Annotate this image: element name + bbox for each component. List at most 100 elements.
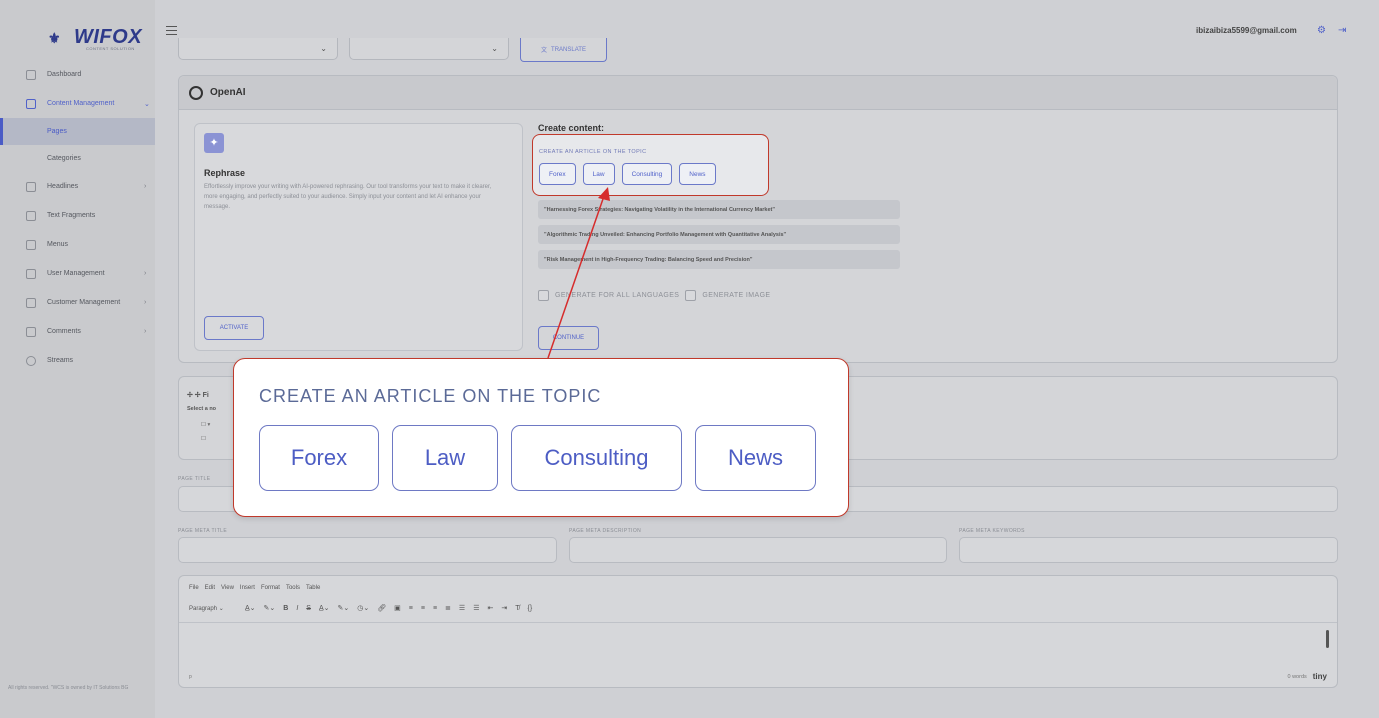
activate-button[interactable]: ACTIVATE xyxy=(204,316,264,340)
language-select-to[interactable]: ⌄ xyxy=(349,38,509,60)
streams-icon xyxy=(26,355,36,366)
sidebar-item-customer-management[interactable]: Customer Management › xyxy=(0,288,155,317)
sidebar-item-dashboard[interactable]: Dashboard xyxy=(0,60,155,89)
image-icon[interactable]: ▣ xyxy=(394,604,401,612)
sidebar-item-headlines[interactable]: Headlines › xyxy=(0,172,155,201)
editor-toolbar: Paragraph ⌄ A̲⌄ ✎⌄ B I S A̲⌄ ✎⌄ ◷⌄ 🔗︎ ▣ … xyxy=(189,604,533,613)
topic-buttons: Forex Law Consulting News xyxy=(539,163,716,185)
meta-keywords-input[interactable] xyxy=(959,537,1338,563)
logout-icon[interactable]: ⇥ xyxy=(1338,26,1346,36)
brand-tagline: CONTENT SOLUTION xyxy=(86,46,135,51)
sidebar-item-label: Menus xyxy=(47,241,69,248)
highlight-icon[interactable]: ✎⌄ xyxy=(264,604,276,612)
wolf-logo-icon: ⚜ xyxy=(48,29,61,46)
topic-consulting-button[interactable]: Consulting xyxy=(621,163,673,185)
block-format-select[interactable]: Paragraph ⌄ xyxy=(189,605,237,612)
menu-view[interactable]: View xyxy=(221,585,234,591)
rephrase-description: Effortlessly improve your writing with A… xyxy=(204,184,492,210)
expand-icon[interactable]: ✢ ✢ xyxy=(187,392,203,399)
align-right-icon[interactable]: ≡ xyxy=(433,605,437,612)
menu-edit[interactable]: Edit xyxy=(205,585,215,591)
users-icon xyxy=(26,268,36,279)
strikethrough-icon[interactable]: S xyxy=(306,605,311,612)
meta-description-label: PAGE META DESCRIPTION xyxy=(569,528,642,534)
align-left-icon[interactable]: ≡ xyxy=(409,605,413,612)
tiny-logo[interactable]: tiny xyxy=(1313,672,1327,681)
italic-icon[interactable]: I xyxy=(296,605,298,612)
headlines-icon xyxy=(26,181,36,192)
topic-forex-button[interactable]: Forex xyxy=(539,163,576,185)
chevron-right-icon: › xyxy=(144,299,147,306)
sidebar-item-content-management[interactable]: Content Management ⌄ xyxy=(0,89,155,118)
word-count[interactable]: 0 words xyxy=(1288,674,1307,680)
editor-scrollbar[interactable] xyxy=(1326,630,1329,648)
zoom-topic-label: CREATE AN ARTICLE ON THE TOPIC xyxy=(259,386,602,406)
bullet-list-icon[interactable]: ☰ xyxy=(459,604,465,612)
background-color-icon[interactable]: ✎⌄ xyxy=(338,604,350,612)
code-icon[interactable]: {} xyxy=(528,605,533,612)
brand-logo[interactable]: ⚜ WIFOX CONTENT SOLUTION xyxy=(48,26,142,51)
menu-file[interactable]: File xyxy=(189,585,199,591)
openai-panel: OpenAI ✦ Rephrase Effortlessly improve y… xyxy=(178,75,1338,363)
tree-node[interactable]: ☐ xyxy=(201,436,206,442)
all-languages-checkbox[interactable] xyxy=(538,290,549,301)
chevron-down-icon: ⌄ xyxy=(491,44,498,53)
generate-image-checkbox[interactable] xyxy=(685,290,697,301)
zoom-forex-button[interactable]: Forex xyxy=(259,425,379,491)
meta-description-input[interactable] xyxy=(569,537,947,563)
menu-table[interactable]: Table xyxy=(306,585,320,591)
text-color-2-icon[interactable]: A̲⌄ xyxy=(319,604,330,612)
title-suggestion[interactable]: "Algorithmic Trading Unveiled: Enhancing… xyxy=(538,225,900,244)
zoom-law-button[interactable]: Law xyxy=(392,425,498,491)
bold-icon[interactable]: B xyxy=(283,605,288,612)
continue-button[interactable]: CONTINUE xyxy=(538,326,599,350)
topic-law-button[interactable]: Law xyxy=(582,163,615,185)
sidebar-item-label: Streams xyxy=(47,357,74,364)
sidebar-item-pages[interactable]: Pages xyxy=(0,118,155,145)
language-select-from[interactable]: ⌄ xyxy=(178,38,338,60)
zoom-consulting-button[interactable]: Consulting xyxy=(511,425,682,491)
menu-format[interactable]: Format xyxy=(261,585,280,591)
sidebar-item-label: Customer Management xyxy=(47,299,121,306)
numbered-list-icon[interactable]: ☰ xyxy=(473,604,479,612)
clear-format-icon[interactable]: T̸ xyxy=(515,605,519,612)
title-suggestion[interactable]: "Risk Management in High-Frequency Tradi… xyxy=(538,250,900,269)
meta-title-input[interactable] xyxy=(178,537,557,563)
sidebar-item-streams[interactable]: Streams xyxy=(0,346,155,375)
align-center-icon[interactable]: ≡ xyxy=(421,605,425,612)
translate-button[interactable]: 文 TRANSLATE xyxy=(520,38,607,62)
topic-news-button[interactable]: News xyxy=(679,163,716,185)
text-color-icon[interactable]: A̲⌄ xyxy=(245,604,256,612)
zoom-topic-buttons: Forex Law Consulting News xyxy=(259,425,816,491)
outdent-icon[interactable]: ⇤ xyxy=(487,604,493,612)
tree-title-text: Fi xyxy=(202,392,209,399)
zoom-news-button[interactable]: News xyxy=(695,425,816,491)
user-email[interactable]: ibizaibiza5599@gmail.com xyxy=(1196,26,1297,35)
link-icon[interactable]: 🔗︎ xyxy=(377,604,386,612)
menu-tools[interactable]: Tools xyxy=(286,585,300,591)
rich-text-editor: File Edit View Insert Format Tools Table… xyxy=(178,575,1338,688)
sidebar-item-categories[interactable]: Categories xyxy=(0,145,155,172)
editor-divider xyxy=(179,622,1337,623)
sidebar: ⚜ WIFOX CONTENT SOLUTION Dashboard Conte… xyxy=(0,0,155,718)
hamburger-menu-icon[interactable] xyxy=(166,26,177,35)
chevron-right-icon: › xyxy=(144,328,147,335)
sidebar-item-text-fragments[interactable]: Text Fragments xyxy=(0,201,155,230)
tree-panel-subtitle: Select a no xyxy=(187,406,217,412)
sidebar-item-comments[interactable]: Comments › xyxy=(0,317,155,346)
zoom-callout: CREATE AN ARTICLE ON THE TOPIC Forex Law… xyxy=(233,358,849,517)
meta-title-label: PAGE META TITLE xyxy=(178,528,228,534)
gear-icon[interactable]: ⚙ xyxy=(1317,26,1326,36)
align-justify-icon[interactable]: ≣ xyxy=(445,604,451,612)
tree-node[interactable]: ☐ ▾ xyxy=(201,422,210,428)
title-suggestion[interactable]: "Harnessing Forex Strategies: Navigating… xyxy=(538,200,900,219)
clock-icon[interactable]: ◷⌄ xyxy=(357,604,369,612)
sidebar-item-label: Categories xyxy=(47,155,81,162)
menu-insert[interactable]: Insert xyxy=(240,585,255,591)
openai-panel-header: OpenAI xyxy=(179,76,1337,110)
content-icon xyxy=(26,98,36,109)
sidebar-item-label: Pages xyxy=(47,128,67,135)
sidebar-item-menus[interactable]: Menus xyxy=(0,230,155,259)
sidebar-item-user-management[interactable]: User Management › xyxy=(0,259,155,288)
indent-icon[interactable]: ⇥ xyxy=(501,604,507,612)
